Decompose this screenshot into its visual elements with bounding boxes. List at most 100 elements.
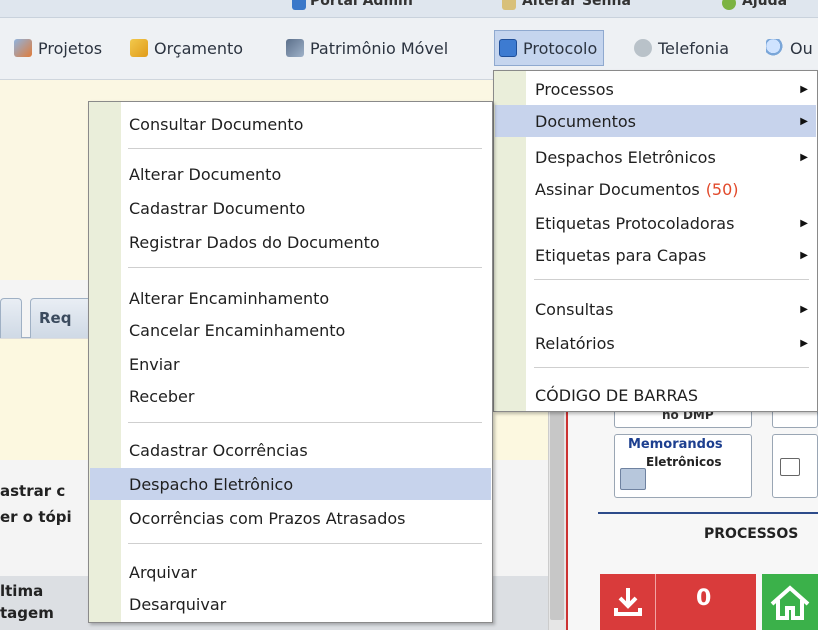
- menu-item-label: Consultas: [535, 299, 614, 319]
- assets-icon: [286, 39, 304, 57]
- submenu-arrow-icon: ▶: [800, 151, 808, 163]
- protocolo-item-etiquetas-protocoladoras[interactable]: Etiquetas Protocoladoras ▶: [495, 207, 816, 239]
- menu-separator: [534, 367, 809, 368]
- key-icon: [502, 0, 516, 10]
- menu-label: Telefonia: [658, 38, 729, 58]
- documentos-item-cadastrar[interactable]: Cadastrar Documento: [90, 192, 491, 224]
- processos-count: 0: [696, 586, 712, 611]
- menu-item-label: Despacho Eletrônico: [129, 474, 294, 494]
- tab-first[interactable]: [0, 298, 22, 338]
- menu-separator: [128, 422, 482, 423]
- documentos-item-alterar[interactable]: Alterar Documento: [90, 158, 491, 190]
- documentos-item-enviar[interactable]: Enviar: [90, 348, 491, 380]
- menu-item-label: Despachos Eletrônicos: [535, 147, 716, 167]
- documentos-item-cancelar-encaminhamento[interactable]: Cancelar Encaminhamento: [90, 314, 491, 346]
- home-button[interactable]: [762, 574, 818, 630]
- protocolo-item-despachos[interactable]: Despachos Eletrônicos ▶: [495, 141, 816, 173]
- menu-separator: [128, 543, 482, 544]
- menu-item-label: Assinar Documentos: [535, 179, 700, 199]
- protocolo-dropdown: Processos ▶ Documentos ▶ Despachos Eletr…: [493, 70, 818, 412]
- help-icon: [722, 0, 736, 10]
- menu-item-label: Processos: [535, 79, 614, 99]
- submenu-arrow-icon: ▶: [800, 217, 808, 229]
- documentos-item-receber[interactable]: Receber: [90, 380, 491, 412]
- pending-count: (50): [705, 179, 739, 199]
- alterar-senha-link[interactable]: Alterar Senha: [522, 0, 631, 9]
- menu-item-label: Registrar Dados do Documento: [129, 232, 380, 252]
- download-icon: [600, 574, 656, 630]
- menu-item-label: Ocorrências com Prazos Atrasados: [129, 508, 406, 528]
- protocolo-item-assinar[interactable]: Assinar Documentos (50): [495, 173, 816, 205]
- menu-item-label: Arquivar: [129, 562, 197, 582]
- portal-link[interactable]: Portal Admin: [310, 0, 413, 9]
- documentos-item-consultar[interactable]: Consultar Documento: [90, 108, 491, 140]
- menu-item-label: Etiquetas Protocoladoras: [535, 213, 735, 233]
- menu-projetos[interactable]: Projetos: [10, 30, 108, 66]
- menu-outros[interactable]: Ou: [762, 30, 818, 66]
- projects-icon: [14, 39, 32, 57]
- portal-icon: [292, 0, 306, 10]
- protocolo-item-documentos[interactable]: Documentos ▶: [495, 105, 816, 137]
- submenu-arrow-icon: ▶: [800, 115, 808, 127]
- help-line-2: er o tópi: [0, 508, 72, 526]
- protocol-icon: [499, 39, 517, 57]
- menu-patrimonio-movel[interactable]: Patrimônio Móvel: [282, 30, 454, 66]
- menu-item-label: Cadastrar Documento: [129, 198, 306, 218]
- search-icon: [766, 39, 784, 57]
- processos-inbox-button[interactable]: 0: [600, 574, 756, 630]
- protocolo-item-relatorios[interactable]: Relatórios ▶: [495, 327, 816, 359]
- submenu-arrow-icon: ▶: [800, 303, 808, 315]
- documentos-dropdown: Consultar Documento Alterar Documento Ca…: [88, 101, 493, 623]
- column-header-postagem: tagem: [0, 604, 54, 622]
- computer-icon: [620, 468, 646, 490]
- protocolo-item-codigo-barras[interactable]: CÓDIGO DE BARRAS: [495, 379, 816, 411]
- menu-item-label: Receber: [129, 386, 195, 406]
- menu-item-label: Documentos: [535, 111, 637, 131]
- home-icon: [762, 585, 818, 630]
- documentos-item-registrar-dados[interactable]: Registrar Dados do Documento: [90, 226, 491, 258]
- protocolo-item-processos[interactable]: Processos ▶: [495, 73, 816, 105]
- documentos-item-arquivar[interactable]: Arquivar: [90, 556, 491, 588]
- budget-icon: [130, 39, 148, 57]
- help-line-1: astrar c: [0, 482, 66, 500]
- menu-item-label: Relatórios: [535, 333, 615, 353]
- menu-separator: [128, 148, 482, 149]
- phone-icon: [634, 39, 652, 57]
- mail-icon: [780, 458, 800, 476]
- protocolo-item-consultas[interactable]: Consultas ▶: [495, 293, 816, 325]
- menu-protocolo[interactable]: Protocolo: [494, 30, 605, 66]
- menu-orcamento[interactable]: Orçamento: [126, 30, 249, 66]
- menu-item-label: Enviar: [129, 354, 180, 374]
- memorandos-subtitle: Eletrônicos: [646, 455, 722, 469]
- column-header-ultima: ltima: [0, 582, 44, 600]
- menu-label: Orçamento: [154, 38, 244, 58]
- section-divider: [598, 512, 818, 514]
- menu-item-label: Cancelar Encaminhamento: [129, 320, 346, 340]
- documentos-item-desarquivar[interactable]: Desarquivar: [90, 588, 491, 620]
- documentos-item-cadastrar-ocorrencias[interactable]: Cadastrar Ocorrências: [90, 434, 491, 466]
- menu-item-label: CÓDIGO DE BARRAS: [535, 385, 699, 405]
- menu-label: Patrimônio Móvel: [310, 38, 449, 58]
- documentos-item-despacho-eletronico[interactable]: Despacho Eletrônico: [90, 468, 491, 500]
- menu-item-label: Etiquetas para Capas: [535, 245, 707, 265]
- menu-separator: [128, 267, 482, 268]
- memorandos-title: Memorandos: [628, 437, 723, 452]
- menu-item-label: Alterar Documento: [129, 164, 282, 184]
- protocolo-item-etiquetas-capas[interactable]: Etiquetas para Capas ▶: [495, 239, 816, 271]
- menu-separator: [534, 279, 809, 280]
- menu-label: Protocolo: [523, 38, 598, 58]
- ajuda-link[interactable]: Ajuda: [742, 0, 787, 9]
- menu-label: Projetos: [38, 38, 103, 58]
- documentos-item-alterar-encaminhamento[interactable]: Alterar Encaminhamento: [90, 282, 491, 314]
- documentos-item-ocorrencias-prazos[interactable]: Ocorrências com Prazos Atrasados: [90, 502, 491, 534]
- menu-item-label: Consultar Documento: [129, 114, 304, 134]
- processos-title: PROCESSOS: [704, 526, 799, 542]
- submenu-arrow-icon: ▶: [800, 337, 808, 349]
- menu-item-label: Cadastrar Ocorrências: [129, 440, 308, 460]
- menu-telefonia[interactable]: Telefonia: [630, 30, 735, 66]
- menu-item-label: Alterar Encaminhamento: [129, 288, 330, 308]
- submenu-arrow-icon: ▶: [800, 249, 808, 261]
- top-strip: Portal Admin Alterar Senha Ajuda: [0, 0, 818, 18]
- menu-label: Ou: [790, 38, 813, 58]
- menu-item-label: Desarquivar: [129, 594, 227, 614]
